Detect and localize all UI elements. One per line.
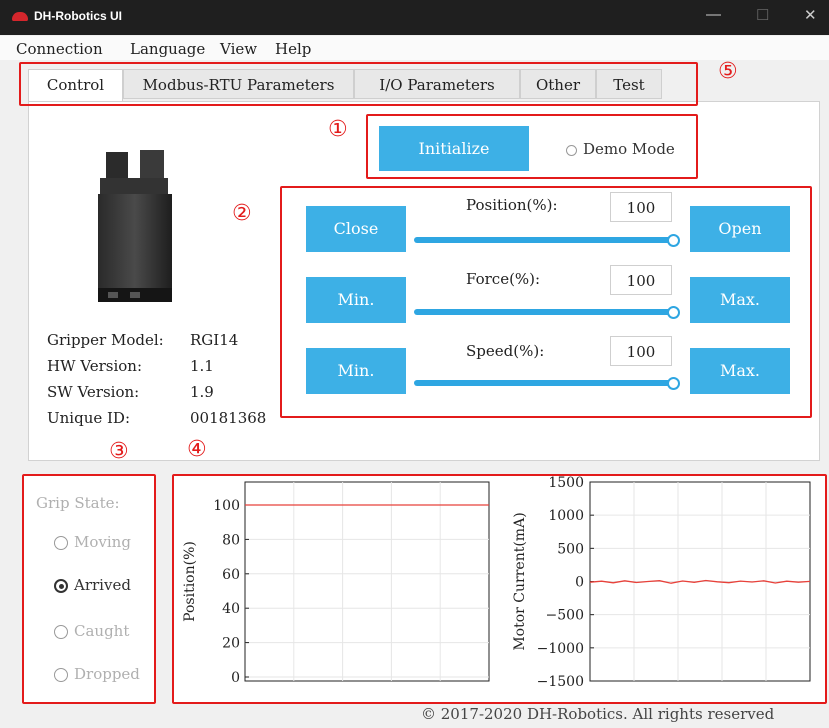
close-icon[interactable]: ✕ [804,6,817,24]
position-slider-handle[interactable] [667,234,680,247]
open-button[interactable]: Open [690,206,790,252]
grip-state-moving-radio: Moving [54,533,131,551]
maximize-icon[interactable]: ☐ [756,6,769,24]
moving-label: Moving [74,533,131,551]
speed-max-button[interactable]: Max. [690,348,790,394]
speed-slider[interactable] [414,380,676,386]
chart-0-tick-label: 0 [231,670,240,686]
title-bar: DH-Robotics UI — ☐ ✕ [0,0,829,35]
force-min-button[interactable]: Min. [306,277,406,323]
speed-label: Speed(%): [466,342,545,360]
initialize-button[interactable]: Initialize [379,126,529,171]
chart-0-ylabel: Position(%) [182,541,198,622]
demo-mode-radio-circle [566,144,577,156]
chart-0-plot-area [244,481,490,682]
demo-mode-label: Demo Mode [583,140,675,158]
position-label: Position(%): [466,196,558,214]
menu-language[interactable]: Language [130,40,205,58]
chart-0-tick-label: 100 [213,498,240,514]
arrived-radio-circle [54,579,68,593]
position-input[interactable]: 100 [610,192,672,222]
menu-connection[interactable]: Connection [16,40,103,58]
menu-bar: Connection Language View Help [0,36,829,60]
gripper-image [98,150,172,302]
force-slider[interactable] [414,309,676,315]
force-label: Force(%): [466,270,541,288]
chart-0-tick-label: 80 [222,532,240,548]
grip-state-caught-radio: Caught [54,622,129,640]
caught-radio-circle [54,625,68,639]
position-slider[interactable] [414,237,676,243]
chart-1-tick-label: 0 [575,575,584,591]
unique-id-value: 00181368 [190,409,267,427]
window-title: DH-Robotics UI [34,9,122,23]
menu-view[interactable]: View [220,40,257,58]
moving-radio-circle [54,536,68,550]
grip-state-title: Grip State: [36,494,120,512]
chart-1-tick-label: 1500 [548,475,584,491]
speed-slider-handle[interactable] [667,377,680,390]
speed-min-button[interactable]: Min. [306,348,406,394]
grip-state-dropped-radio: Dropped [54,665,140,683]
chart-1-tick-label: −1500 [537,674,584,690]
chart-1-ylabel: Motor Current(mA) [512,512,528,650]
arrived-label: Arrived [74,576,131,594]
chart-0-tick-label: 20 [222,636,240,652]
close-button[interactable]: Close [306,206,406,252]
unique-id-label: Unique ID: [47,409,131,427]
sw-version-label: SW Version: [47,383,140,401]
chart-1-tick-label: −1000 [537,641,584,657]
gripper-model-value: RGI14 [190,331,239,349]
gripper-model-label: Gripper Model: [47,331,164,349]
chart-1-tick-label: −500 [546,608,584,624]
menu-help[interactable]: Help [275,40,311,58]
sw-version-value: 1.9 [190,383,214,401]
caught-label: Caught [74,622,130,640]
marker-4: ④ [187,437,207,462]
demo-mode-radio[interactable]: Demo Mode [566,140,675,158]
force-slider-handle[interactable] [667,306,680,319]
dropped-radio-circle [54,668,68,682]
minimize-icon[interactable]: — [706,6,721,23]
charts-svg: 0 20 40 60 80 100 Position(%) 1500 1000 500 0 −500 −… [182,475,811,690]
hw-version-label: HW Version: [47,357,143,375]
marker-1: ① [328,117,348,142]
chart-0-tick-label: 60 [222,567,240,583]
force-input[interactable]: 100 [610,265,672,295]
tabs-highlight-box [19,62,698,106]
grip-state-arrived-radio: Arrived [54,576,131,594]
marker-5: ⑤ [718,59,738,84]
marker-3: ③ [109,439,129,464]
force-max-button[interactable]: Max. [690,277,790,323]
app-logo-icon [12,12,28,21]
chart-1-tick-label: 1000 [548,508,584,524]
hw-version-value: 1.1 [190,357,214,375]
chart-1-tick-label: 500 [557,541,584,557]
chart-0-tick-label: 40 [222,601,240,617]
dropped-label: Dropped [74,665,140,683]
marker-2: ② [232,201,252,226]
speed-input[interactable]: 100 [610,336,672,366]
footer-copyright: © 2017-2020 DH-Robotics. All rights rese… [421,705,775,723]
